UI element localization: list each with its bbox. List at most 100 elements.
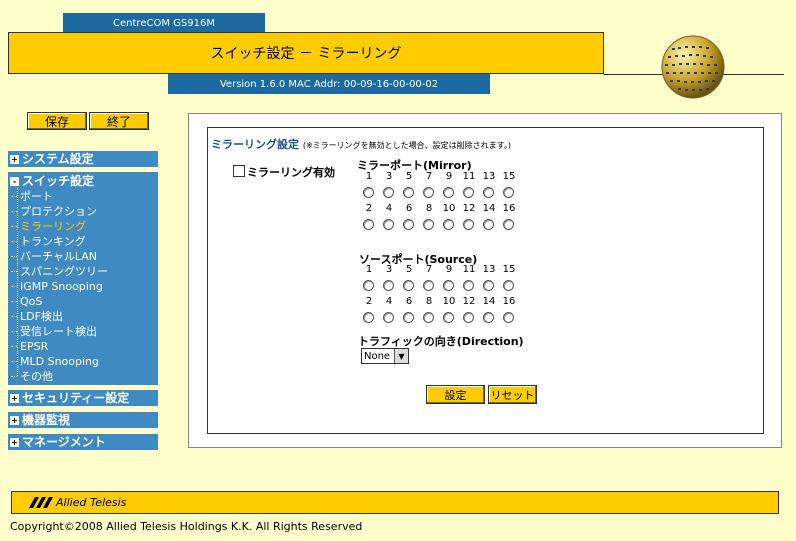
menu-item-igmp-snooping[interactable]: IGMP Snooping bbox=[10, 279, 103, 294]
direction-select[interactable]: None ▼ bbox=[361, 348, 409, 364]
source-port-radio[interactable] bbox=[443, 312, 454, 323]
menu-label: マネージメント bbox=[22, 435, 106, 449]
menu-item-trunking[interactable]: トランキング bbox=[10, 234, 86, 249]
mirror-port-number: 13 bbox=[482, 171, 496, 182]
mirror-port-radio[interactable] bbox=[463, 219, 474, 230]
set-button[interactable]: 設定 bbox=[426, 385, 485, 404]
source-port-radio[interactable] bbox=[403, 312, 414, 323]
menu-item-vlan[interactable]: バーチャルLAN bbox=[10, 249, 97, 264]
mirror-port-number: 15 bbox=[502, 171, 516, 182]
page-title: スイッチ設定 － ミラーリング bbox=[8, 32, 604, 74]
direction-label: トラフィックの向き(Direction) bbox=[358, 335, 524, 348]
menu-item-epsr[interactable]: EPSR bbox=[10, 339, 48, 354]
menu-management[interactable]: + マネージメント bbox=[8, 434, 158, 450]
mirror-port-radio[interactable] bbox=[483, 187, 494, 198]
source-port-number: 8 bbox=[425, 296, 433, 307]
source-port-radio[interactable] bbox=[403, 280, 414, 291]
save-button[interactable]: 保存 bbox=[27, 112, 87, 130]
source-port-radio[interactable] bbox=[423, 280, 434, 291]
mirror-port-radio[interactable] bbox=[503, 219, 514, 230]
source-port-radio[interactable] bbox=[423, 312, 434, 323]
mirror-port-radio[interactable] bbox=[363, 187, 374, 198]
mirror-port-number: 10 bbox=[442, 203, 456, 214]
mirror-port-radio[interactable] bbox=[403, 187, 414, 198]
source-port-radio[interactable] bbox=[503, 280, 514, 291]
source-port-number: 14 bbox=[482, 296, 496, 307]
mirror-port-radio[interactable] bbox=[443, 219, 454, 230]
mirror-port-radio[interactable] bbox=[383, 219, 394, 230]
menu-item-spanning-tree[interactable]: スパニングツリー bbox=[10, 264, 108, 279]
source-port-number: 1 bbox=[365, 264, 373, 275]
mirror-port-radio[interactable] bbox=[383, 187, 394, 198]
source-port-number: 5 bbox=[405, 264, 413, 275]
expand-plus-icon: + bbox=[10, 154, 19, 164]
expand-plus-icon: + bbox=[10, 415, 19, 425]
source-port-radio[interactable] bbox=[463, 280, 474, 291]
source-port-radio[interactable] bbox=[483, 280, 494, 291]
source-port-number: 9 bbox=[445, 264, 453, 275]
mirror-port-number: 9 bbox=[445, 171, 453, 182]
footer-logo: Allied Telesis bbox=[29, 496, 126, 509]
source-port-radio[interactable] bbox=[363, 312, 374, 323]
menu-switch-settings[interactable]: - スイッチ設定 bbox=[8, 173, 158, 189]
source-port-radio[interactable] bbox=[383, 312, 394, 323]
menu-device-monitor[interactable]: + 機器監視 bbox=[8, 412, 158, 428]
menu-security-settings[interactable]: + セキュリティー設定 bbox=[8, 390, 158, 406]
mirror-port-radio[interactable] bbox=[483, 219, 494, 230]
mirror-port-number: 14 bbox=[482, 203, 496, 214]
mirror-port-radio[interactable] bbox=[363, 219, 374, 230]
menu-item-port[interactable]: ポート bbox=[10, 189, 53, 204]
mirror-port-number: 1 bbox=[365, 171, 373, 182]
source-port-radio[interactable] bbox=[383, 280, 394, 291]
source-port-number: 15 bbox=[502, 264, 516, 275]
allied-telesis-logo-icon bbox=[29, 497, 53, 508]
source-port-number: 12 bbox=[462, 296, 476, 307]
reset-button[interactable]: リセット bbox=[488, 385, 537, 404]
source-port-number: 10 bbox=[442, 296, 456, 307]
menu-item-other[interactable]: その他 bbox=[10, 369, 53, 384]
mirror-port-number: 16 bbox=[502, 203, 516, 214]
end-button[interactable]: 終了 bbox=[89, 112, 149, 130]
menu-item-qos[interactable]: QoS bbox=[10, 294, 42, 309]
menu-label: システム設定 bbox=[22, 152, 94, 166]
mirror-port-number: 5 bbox=[405, 171, 413, 182]
source-port-number: 3 bbox=[385, 264, 393, 275]
mirror-port-number: 11 bbox=[462, 171, 476, 182]
menu-item-ldf[interactable]: LDF検出 bbox=[10, 309, 63, 324]
menu-item-mld-snooping[interactable]: MLD Snooping bbox=[10, 354, 99, 369]
menu-label: スイッチ設定 bbox=[22, 174, 95, 188]
collapse-minus-icon: - bbox=[10, 176, 19, 186]
expand-plus-icon: + bbox=[10, 437, 19, 447]
source-port-number: 2 bbox=[365, 296, 373, 307]
version-info: Version 1.6.0 MAC Addr: 00-09-16-00-00-0… bbox=[168, 74, 490, 94]
section-note: (※ミラーリングを無効とした場合、設定は削除されます。) bbox=[302, 141, 511, 150]
menu-item-protection[interactable]: プロテクション bbox=[10, 204, 97, 219]
mirror-enable-checkbox[interactable] bbox=[233, 165, 245, 177]
mirror-port-number: 3 bbox=[385, 171, 393, 182]
mirror-port-number: 7 bbox=[425, 171, 433, 182]
mirror-enable-label: ミラーリング有効 bbox=[247, 166, 335, 179]
mirror-port-radio[interactable] bbox=[423, 219, 434, 230]
mirror-port-radio[interactable] bbox=[503, 187, 514, 198]
source-port-radio[interactable] bbox=[443, 280, 454, 291]
source-port-radio[interactable] bbox=[483, 312, 494, 323]
mirror-port-radio[interactable] bbox=[443, 187, 454, 198]
section-title: ミラーリング設定 bbox=[211, 138, 299, 151]
mirror-port-radio[interactable] bbox=[423, 187, 434, 198]
menu-system-settings[interactable]: + システム設定 bbox=[8, 151, 158, 167]
source-port-radio[interactable] bbox=[463, 312, 474, 323]
source-port-radio[interactable] bbox=[363, 280, 374, 291]
menu-item-rx-rate[interactable]: 受信レート検出 bbox=[10, 324, 97, 339]
chevron-down-icon[interactable]: ▼ bbox=[394, 349, 408, 363]
mirror-port-radio[interactable] bbox=[463, 187, 474, 198]
mirror-port-radio[interactable] bbox=[403, 219, 414, 230]
source-port-radio[interactable] bbox=[503, 312, 514, 323]
mirror-port-number: 6 bbox=[405, 203, 413, 214]
device-name-tab: CentreCOM GS916M bbox=[63, 13, 265, 33]
source-port-number: 16 bbox=[502, 296, 516, 307]
source-port-number: 4 bbox=[385, 296, 393, 307]
source-port-number: 11 bbox=[462, 264, 476, 275]
section-header: ミラーリング設定 (※ミラーリングを無効とした場合、設定は削除されます。) bbox=[211, 136, 511, 152]
source-port-number: 13 bbox=[482, 264, 496, 275]
menu-item-mirroring[interactable]: ミラーリング bbox=[10, 219, 86, 234]
